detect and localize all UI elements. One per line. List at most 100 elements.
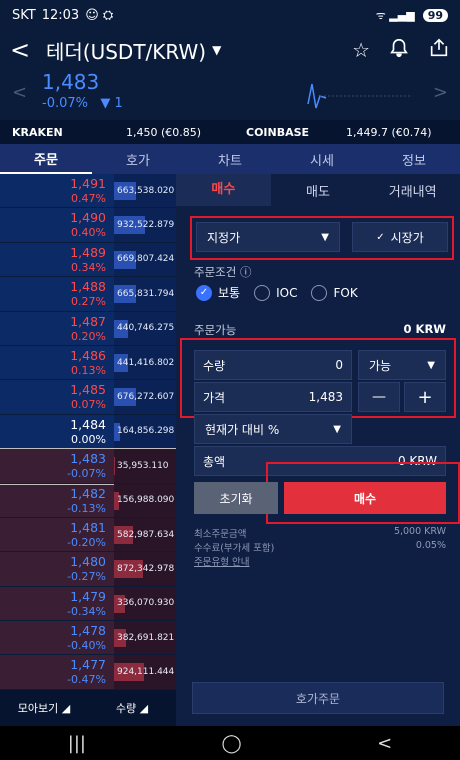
- view-mode-dropdown[interactable]: 모아보기 ◢: [0, 700, 88, 716]
- recent-apps-icon[interactable]: |||: [68, 733, 86, 754]
- sparkline-chart: [307, 83, 410, 109]
- orderbook-price: 1,480: [70, 554, 106, 570]
- price-increase-button[interactable]: +: [404, 382, 446, 412]
- exchange-compare-row: KRAKEN 1,450 (€0.85) COINBASE 1,449.7 (€…: [0, 120, 460, 144]
- orderbook-volume: 872,342.978: [117, 563, 175, 574]
- chevron-down-icon: ▼: [333, 423, 341, 435]
- option-normal[interactable]: ✓ 보통: [196, 284, 240, 301]
- chevron-down-icon[interactable]: ▼: [212, 43, 221, 57]
- bell-icon[interactable]: [388, 37, 410, 64]
- available-label: 주문가능: [194, 323, 237, 337]
- orderbook-price: 1,482: [70, 485, 106, 501]
- orderbook-row[interactable]: 1,490 0.40% 932,522.879: [0, 208, 176, 243]
- orderbook-volume: 156,988.090: [117, 495, 175, 506]
- orderbook-order-button[interactable]: 호가주문: [192, 682, 444, 714]
- price-change: -0.07% ▼ 1: [42, 96, 123, 111]
- tab-orderbook[interactable]: 호가: [92, 144, 184, 174]
- prev-coin-icon[interactable]: <: [12, 82, 27, 103]
- orderbook-price-cell: 1,487 0.20%: [0, 312, 114, 345]
- volume-bar: [114, 457, 116, 476]
- orderbook-row[interactable]: 1,477 -0.47% 924,111.444: [0, 655, 176, 690]
- tab-buy[interactable]: 매수: [176, 174, 271, 206]
- reset-button[interactable]: 초기화: [194, 482, 278, 514]
- chevron-down-icon: ▼: [321, 231, 329, 243]
- orderbook-change-pct: 0.00%: [71, 432, 106, 446]
- orderbook-row[interactable]: 1,481 -0.20% 582,987.634: [0, 517, 176, 553]
- exchange-name-kraken: KRAKEN: [12, 125, 63, 139]
- orderbook-volume: 663,538.020: [117, 185, 175, 196]
- orderbook-row[interactable]: 1,491 0.47% 663,538.020: [0, 174, 176, 209]
- orderbook-volume-cell: 582,987.634: [114, 517, 176, 552]
- tab-market[interactable]: 시세: [276, 144, 368, 174]
- orderbook-row[interactable]: 1,480 -0.27% 872,342.978: [0, 552, 176, 587]
- orderbook-volume-cell: 663,538.020: [114, 174, 176, 208]
- orderbook-row[interactable]: 1,486 0.13% 441,416.802: [0, 345, 176, 381]
- title-bar: < 테더(USDT/KRW) ▼ ☆: [0, 30, 460, 70]
- orderbook-row[interactable]: 1,488 0.27% 665,831.794: [0, 277, 176, 312]
- price-decrease-button[interactable]: —: [358, 382, 400, 412]
- orderbook-volume-cell: 665,831.794: [114, 277, 176, 311]
- tab-order[interactable]: 주문: [0, 144, 92, 174]
- quantity-input[interactable]: 수량 0: [194, 350, 352, 380]
- ticker-row: < 1,483 -0.07% ▼ 1 >: [0, 70, 460, 118]
- orderbook-price-cell: 1,485 0.07%: [0, 380, 114, 413]
- orderbook-volume-cell: 676,272.607: [114, 380, 176, 414]
- orderbook-price-cell: 1,483 -0.07%: [0, 449, 114, 482]
- price-input[interactable]: 가격 1,483: [194, 382, 352, 412]
- order-type-select[interactable]: 지정가 ▼: [196, 222, 340, 252]
- orderbook-change-pct: -0.13%: [67, 501, 106, 515]
- battery-icon: 99: [422, 8, 448, 22]
- tab-sell[interactable]: 매도: [271, 181, 366, 200]
- price-ratio-select[interactable]: 현재가 대비 % ▼: [194, 414, 352, 444]
- order-type-guide-link[interactable]: 주문유형 안내: [194, 554, 249, 568]
- orderbook-volume: 665,831.794: [117, 288, 175, 299]
- orderbook-change-pct: -0.20%: [67, 535, 106, 549]
- quantity-mode-dropdown[interactable]: 수량 ◢: [88, 700, 176, 716]
- check-icon: ✓: [376, 231, 385, 243]
- orderbook-price-cell: 1,482 -0.13%: [0, 484, 114, 517]
- orderbook-row[interactable]: 1,479 -0.34% 336,070.930: [0, 586, 176, 622]
- home-icon[interactable]: ◯: [221, 733, 241, 754]
- orderbook-row[interactable]: 1,487 0.20% 440,746.275: [0, 311, 176, 346]
- orderbook: 1,491 0.47% 663,538.020 1,490 0.40% 932,522.8…: [0, 174, 177, 690]
- orderbook-price: 1,489: [70, 244, 106, 260]
- orderbook-row[interactable]: 1,478 -0.40% 382,691.821: [0, 621, 176, 656]
- radio-icon: [254, 284, 271, 301]
- available-value: 0 KRW: [403, 322, 446, 336]
- orderbook-row[interactable]: 1,485 0.07% 676,272.607: [0, 380, 176, 415]
- orderbook-price: 1,485: [70, 382, 106, 398]
- back-arrow-icon[interactable]: <: [10, 36, 40, 64]
- orderbook-row[interactable]: 1,484 0.00% 164,856.298: [0, 414, 176, 450]
- option-ioc[interactable]: IOC: [254, 284, 297, 301]
- orderbook-row[interactable]: 1,482 -0.13% 156,988.090: [0, 483, 176, 518]
- orderbook-price: 1,479: [70, 588, 106, 604]
- orderbook-volume: 924,111.444: [117, 667, 175, 678]
- order-condition-options: ✓ 보통 IOC FOK: [196, 284, 358, 301]
- main-tabs: 주문 호가 차트 시세 정보: [0, 144, 460, 174]
- orderbook-price-cell: 1,491 0.47%: [0, 174, 114, 207]
- page-title[interactable]: 테더(USDT/KRW): [46, 36, 206, 65]
- orderbook-row[interactable]: 1,483 -0.07% 35,953.110: [0, 448, 177, 485]
- tab-info[interactable]: 정보: [368, 144, 460, 174]
- orderbook-price: 1,490: [70, 210, 106, 226]
- quantity-option-select[interactable]: 가능 ▼: [358, 350, 446, 380]
- share-icon[interactable]: [428, 37, 450, 64]
- next-coin-icon[interactable]: >: [433, 82, 448, 103]
- option-fok[interactable]: FOK: [311, 284, 358, 301]
- orderbook-row[interactable]: 1,489 0.34% 669,807.424: [0, 242, 176, 278]
- order-panel: 매수 매도 거래내역 지정가 ▼ ✓ 시장가 주문조건 ⓘ ✓ 보통 IOC FOK …: [176, 174, 460, 726]
- orderbook-price-cell: 1,490 0.40%: [0, 208, 114, 241]
- chevron-down-icon: ▼: [427, 359, 435, 371]
- orderbook-change-pct: 0.47%: [71, 192, 106, 205]
- market-order-button[interactable]: ✓ 시장가: [352, 222, 448, 252]
- orderbook-change-pct: -0.40%: [67, 639, 106, 653]
- star-icon[interactable]: ☆: [352, 38, 370, 62]
- orderbook-volume-cell: 440,746.275: [114, 311, 176, 345]
- system-back-icon[interactable]: <: [377, 733, 392, 754]
- orderbook-volume-cell: 382,691.821: [114, 621, 176, 655]
- buy-button[interactable]: 매수: [284, 482, 446, 514]
- tab-history[interactable]: 거래내역: [365, 181, 460, 200]
- orderbook-volume: 582,987.634: [117, 529, 175, 540]
- exchange-price-kraken: 1,450 (€0.85): [126, 125, 202, 139]
- tab-chart[interactable]: 차트: [184, 144, 276, 174]
